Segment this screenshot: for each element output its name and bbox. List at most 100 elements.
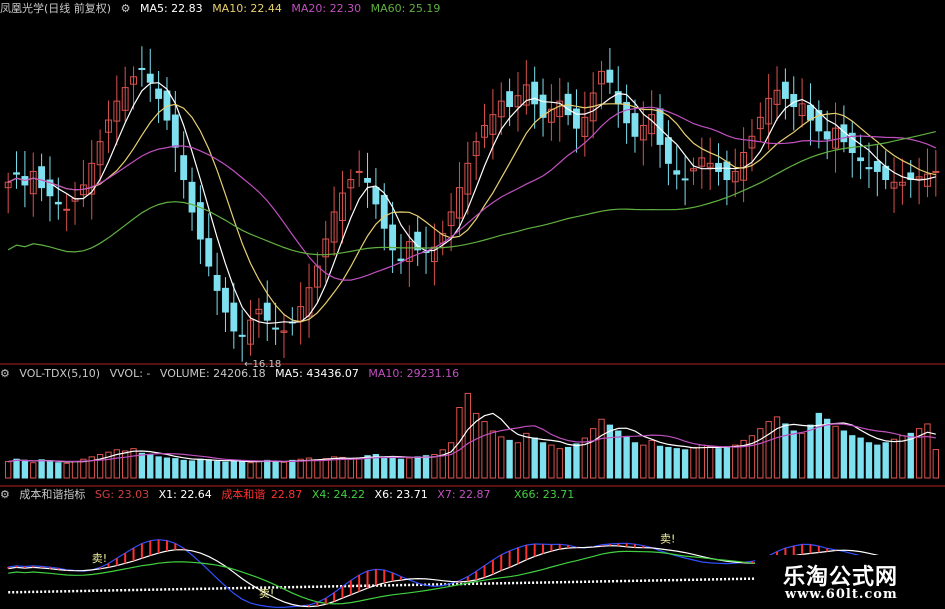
volume-bar: [71, 461, 79, 479]
volume-bar: [197, 458, 204, 479]
volume-bar: [46, 460, 54, 479]
volume-panel-header: ⚙ VOL-TDX(5,10) VVOL: - VOLUME: 24206.18…: [0, 366, 465, 382]
volume-bar: [598, 418, 605, 479]
candle-down: [138, 67, 146, 70]
volume-bar: [732, 444, 739, 479]
volume-bar: [447, 442, 455, 479]
x66-legend: X66: 23.71: [514, 488, 575, 501]
volume-bar: [205, 459, 212, 479]
volume-bar: [681, 449, 689, 479]
volume-ma5-legend: MA5: 43436.07: [275, 367, 359, 380]
volume-bar: [347, 458, 354, 479]
volume-bar: [765, 421, 772, 479]
volume-bar: [698, 444, 705, 479]
candle-down: [781, 81, 789, 99]
volume-bar: [807, 424, 814, 479]
volume-bar: [539, 442, 547, 479]
volume-bar: [548, 444, 555, 479]
x1-legend: X1: 22.64: [158, 488, 212, 501]
ma20-line: [7, 106, 937, 281]
watermark-url: www.60lt.com: [785, 587, 898, 602]
volume-bar: [213, 461, 221, 479]
volume-bar: [514, 442, 522, 479]
candle-down: [531, 81, 539, 105]
candle-down: [38, 166, 46, 189]
candle-up: [63, 208, 71, 211]
candle-down: [205, 238, 213, 267]
candle-down: [873, 160, 881, 172]
volume-bar: [715, 448, 722, 479]
ma20-legend: MA20: 22.30: [291, 2, 362, 15]
candle-down: [230, 302, 238, 332]
volume-bar: [180, 459, 187, 479]
volume-bar: [38, 459, 45, 479]
volume-bar: [723, 446, 731, 479]
stock-title[interactable]: 凤凰光学(日线 前复权): [0, 2, 111, 15]
volume-bar: [564, 446, 572, 479]
volume-bar: [489, 430, 497, 479]
volume-bar: [138, 452, 146, 479]
vvol-legend: VVOL: -: [109, 367, 151, 380]
volume-bar: [314, 459, 321, 479]
volume-bar: [239, 461, 246, 479]
candle-down: [180, 155, 188, 181]
volume-bar: [690, 446, 697, 479]
watermark: 乐淘公式网 www.60lt.com: [755, 555, 945, 609]
candle-down: [573, 108, 580, 129]
volume-bar: [882, 442, 889, 479]
volume-bar: [55, 462, 62, 479]
indicator-title[interactable]: 成本和谐指标: [19, 488, 85, 501]
volume-bar: [163, 457, 171, 479]
candle-down: [380, 194, 388, 229]
volume-bar: [815, 412, 822, 479]
x6-legend: X6: 23.71: [374, 488, 428, 501]
candle-down: [372, 187, 380, 205]
candle-down: [790, 94, 798, 108]
volume-bar: [230, 459, 237, 479]
volume-bar: [381, 456, 388, 479]
volume-bar: [874, 444, 881, 479]
candle-down: [263, 302, 271, 321]
candle-down: [238, 334, 246, 337]
volume-bar: [30, 462, 37, 479]
volume-bar: [573, 443, 580, 479]
volume-indicator-title[interactable]: VOL-TDX(5,10): [19, 367, 100, 380]
candle-down: [155, 88, 163, 99]
volume-bar: [172, 458, 179, 479]
volume-bar: [631, 442, 639, 479]
candle-down: [681, 178, 689, 181]
sell-signal-label: 卖!: [660, 533, 675, 546]
candle-down: [807, 104, 814, 121]
volume-bar: [21, 459, 29, 479]
ma5-legend: MA5: 22.83: [139, 2, 203, 15]
x4-legend: X4: 24.22: [311, 488, 366, 501]
ma60-line: [7, 131, 936, 256]
volume-bar: [523, 432, 530, 479]
volume-bar: [656, 445, 664, 479]
volume-ma10-legend: MA10: 29231.16: [368, 367, 460, 380]
volume-bar: [665, 446, 672, 479]
volume-bar: [155, 456, 162, 479]
volume-bar: [556, 448, 563, 479]
volume-bar: [422, 455, 430, 479]
volume-bar: [5, 461, 12, 479]
volume-bar: [865, 442, 873, 479]
settings-icon[interactable]: ⚙: [0, 367, 10, 380]
volume-bar: [506, 439, 513, 479]
settings-icon[interactable]: ⚙: [121, 2, 131, 15]
volume-bar: [615, 430, 622, 479]
candle-up: [355, 170, 363, 173]
main-chart-header: 凤凰光学(日线 前复权) ⚙ MA5: 22.83 MA10: 22.44 MA…: [0, 1, 446, 17]
volume-bar: [356, 457, 363, 479]
volume-bar: [414, 456, 421, 479]
volume-bar: [773, 416, 781, 479]
indicator-panel-header: ⚙ 成本和谐指标 SG: 23.03 X1: 22.64 成本和谐 22.87 …: [0, 487, 580, 503]
candle-down: [723, 161, 731, 181]
settings-icon[interactable]: ⚙: [0, 488, 10, 501]
volume-bar: [130, 448, 137, 479]
candle-down: [188, 181, 196, 213]
candle-down: [715, 162, 722, 172]
ma5-line: [7, 82, 936, 325]
volume-bar: [849, 435, 856, 479]
volume-bar: [707, 445, 714, 479]
